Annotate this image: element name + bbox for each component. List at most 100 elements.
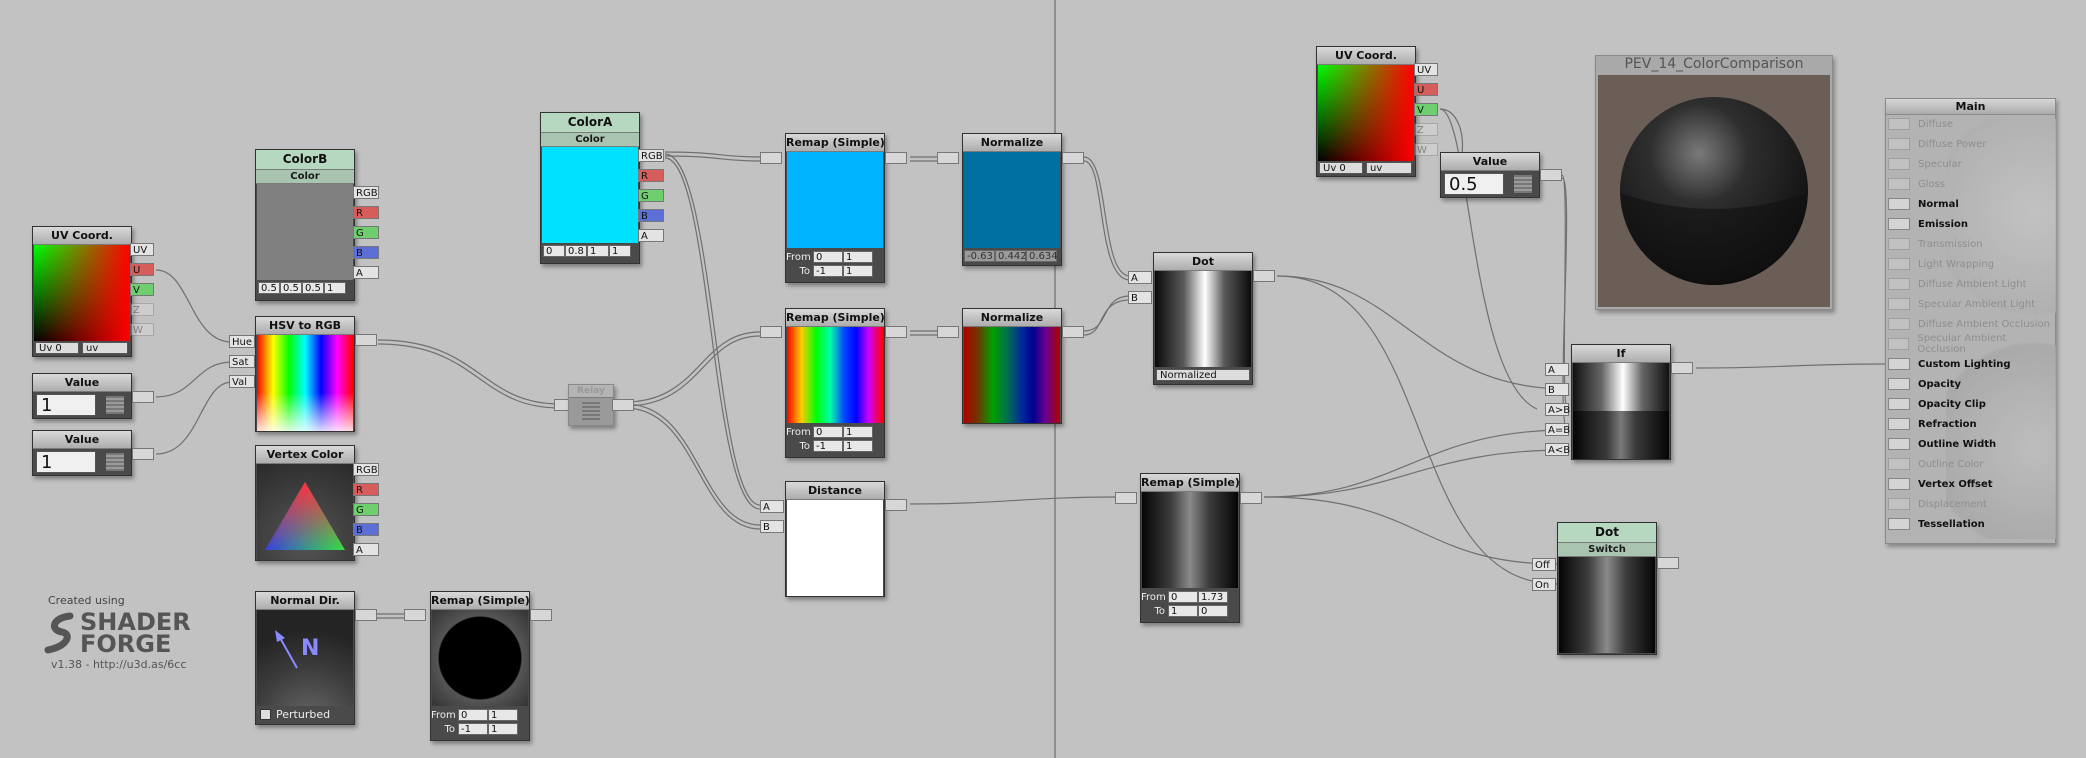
input-a-lt-b[interactable]: A<B bbox=[1545, 443, 1570, 456]
input-b[interactable]: B bbox=[760, 520, 784, 533]
main-input-opacity-clip[interactable]: Opacity Clip bbox=[1888, 394, 1986, 414]
input-port[interactable] bbox=[1888, 478, 1910, 490]
uv-mode-select[interactable]: uv bbox=[1366, 162, 1412, 174]
output-port[interactable] bbox=[1253, 270, 1275, 282]
input-port[interactable] bbox=[1888, 138, 1910, 150]
checkbox[interactable] bbox=[260, 709, 271, 720]
input-port[interactable] bbox=[1888, 118, 1910, 130]
main-input-specular-ambient-occlusion[interactable]: Specular Ambient Occlusion bbox=[1888, 333, 2054, 355]
input-port[interactable] bbox=[1888, 518, 1910, 530]
uv-coord-node[interactable]: UV Coord. Uv 0 uv bbox=[32, 226, 132, 357]
input-port[interactable] bbox=[760, 152, 782, 164]
normalize-top-node[interactable]: Normalize -0.63 0.442 0.634 bbox=[962, 133, 1062, 266]
main-input-normal[interactable]: Normal bbox=[1888, 194, 1959, 214]
normalize-mid-node[interactable]: Normalize bbox=[962, 308, 1062, 424]
uv-mode-select[interactable]: uv bbox=[82, 342, 128, 354]
dot-mode-select[interactable]: Normalized bbox=[1156, 369, 1250, 381]
input-a[interactable]: A bbox=[1128, 271, 1152, 284]
uv-coord-node-right[interactable]: UV Coord. Uv 0 uv bbox=[1316, 46, 1416, 177]
value-b[interactable]: 1 bbox=[587, 245, 609, 257]
input-port[interactable] bbox=[1888, 278, 1910, 290]
distance-node[interactable]: Distance bbox=[785, 481, 885, 597]
relay-node[interactable]: Relay bbox=[568, 384, 614, 426]
main-input-diffuse-power[interactable]: Diffuse Power bbox=[1888, 134, 1986, 154]
value-b[interactable]: 0.5 bbox=[302, 282, 324, 294]
output-port[interactable] bbox=[355, 609, 377, 621]
output-port[interactable] bbox=[1062, 152, 1084, 164]
from-max[interactable]: 1 bbox=[843, 426, 873, 438]
output-rgb[interactable]: RGB bbox=[638, 149, 664, 162]
input-on[interactable]: On bbox=[1532, 578, 1556, 591]
value-node-2[interactable]: Value 1 bbox=[32, 430, 132, 476]
output-uv[interactable]: UV bbox=[1414, 63, 1438, 76]
input-port[interactable] bbox=[1888, 338, 1910, 350]
to-max[interactable]: 1 bbox=[843, 440, 873, 452]
main-input-vertex-offset[interactable]: Vertex Offset bbox=[1888, 474, 1993, 494]
input-val[interactable]: Val bbox=[229, 375, 255, 388]
drag-handle[interactable] bbox=[582, 402, 600, 420]
perturbed-toggle[interactable]: Perturbed bbox=[260, 708, 330, 721]
output-port[interactable] bbox=[612, 399, 634, 411]
output-port[interactable] bbox=[530, 609, 552, 621]
input-port[interactable] bbox=[404, 609, 426, 621]
output-port[interactable] bbox=[885, 152, 907, 164]
input-port[interactable] bbox=[937, 326, 959, 338]
output-port[interactable] bbox=[355, 334, 377, 346]
output-z[interactable]: Z bbox=[130, 303, 154, 316]
input-a[interactable]: A bbox=[760, 500, 784, 513]
output-u[interactable]: U bbox=[130, 263, 154, 276]
remap-mid-node[interactable]: Remap (Simple) From 0 1 To -1 1 bbox=[785, 308, 885, 458]
value-input[interactable]: 1 bbox=[36, 451, 96, 473]
main-input-custom-lighting[interactable]: Custom Lighting bbox=[1888, 354, 2011, 374]
output-port[interactable] bbox=[1671, 362, 1693, 374]
output-port[interactable] bbox=[885, 326, 907, 338]
input-port[interactable] bbox=[1888, 158, 1910, 170]
output-a[interactable]: A bbox=[638, 229, 664, 242]
to-min[interactable]: -1 bbox=[458, 723, 488, 735]
from-min[interactable]: 0 bbox=[1168, 591, 1198, 603]
to-max[interactable]: 1 bbox=[843, 265, 873, 277]
remap-right-node[interactable]: Remap (Simple) From 0 1.73 To 1 0 bbox=[1140, 473, 1240, 623]
output-a[interactable]: A bbox=[353, 266, 379, 279]
colorb-node[interactable]: ColorB Color 0.5 0.5 0.5 1 bbox=[255, 149, 355, 301]
main-input-displacement[interactable]: Displacement bbox=[1888, 494, 1987, 514]
main-input-specular-ambient-light[interactable]: Specular Ambient Light bbox=[1888, 294, 2035, 314]
input-sat[interactable]: Sat bbox=[229, 355, 255, 368]
main-input-specular[interactable]: Specular bbox=[1888, 154, 1962, 174]
input-off[interactable]: Off bbox=[1532, 558, 1556, 571]
input-port[interactable] bbox=[1888, 358, 1910, 370]
to-min[interactable]: -1 bbox=[813, 265, 843, 277]
drag-handle[interactable] bbox=[106, 396, 124, 414]
output-r[interactable]: R bbox=[353, 483, 379, 496]
from-min[interactable]: 0 bbox=[813, 426, 843, 438]
value-g[interactable]: 0.8 bbox=[565, 245, 587, 257]
dot-main-node[interactable]: Dot Normalized bbox=[1153, 252, 1253, 385]
main-input-transmission[interactable]: Transmission bbox=[1888, 234, 1983, 254]
from-min[interactable]: 0 bbox=[813, 251, 843, 263]
uv-channel-select[interactable]: Uv 0 bbox=[1319, 162, 1363, 174]
output-z[interactable]: Z bbox=[1414, 123, 1438, 136]
from-max[interactable]: 1 bbox=[488, 709, 518, 721]
input-port[interactable] bbox=[1888, 318, 1910, 330]
output-port[interactable] bbox=[885, 499, 907, 511]
input-port[interactable] bbox=[1888, 498, 1910, 510]
output-w[interactable]: W bbox=[1414, 143, 1438, 156]
uv-channel-select[interactable]: Uv 0 bbox=[35, 342, 79, 354]
main-input-refraction[interactable]: Refraction bbox=[1888, 414, 1977, 434]
input-a[interactable]: A bbox=[1545, 363, 1569, 376]
dot-switch-node[interactable]: Dot Switch bbox=[1557, 522, 1657, 655]
input-port[interactable] bbox=[1888, 178, 1910, 190]
output-b[interactable]: B bbox=[353, 523, 379, 536]
output-port[interactable] bbox=[132, 448, 154, 460]
output-rgb[interactable]: RGB bbox=[353, 186, 379, 199]
input-port[interactable] bbox=[1888, 198, 1910, 210]
value-r[interactable]: 0.5 bbox=[258, 282, 280, 294]
input-port[interactable] bbox=[1888, 298, 1910, 310]
input-port[interactable] bbox=[1115, 492, 1137, 504]
to-max[interactable]: 0 bbox=[1198, 605, 1228, 617]
input-port[interactable] bbox=[1888, 398, 1910, 410]
output-port[interactable] bbox=[1540, 169, 1562, 181]
input-port[interactable] bbox=[1888, 418, 1910, 430]
input-port[interactable] bbox=[1888, 218, 1910, 230]
input-port[interactable] bbox=[1888, 458, 1910, 470]
